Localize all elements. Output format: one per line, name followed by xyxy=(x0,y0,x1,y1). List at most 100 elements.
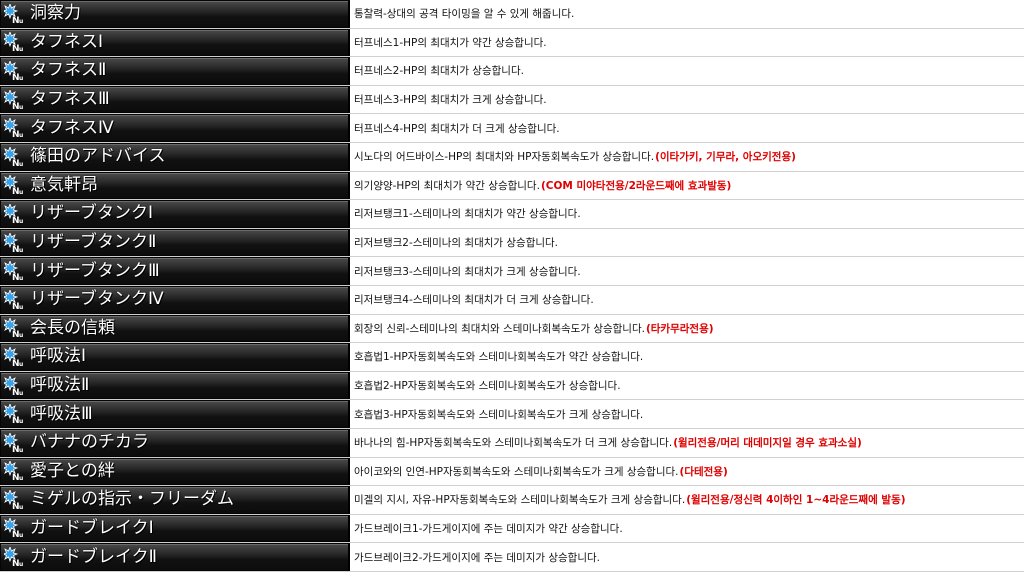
skill-name: タフネスⅢ xyxy=(30,89,110,110)
skill-description-text: 가드브레이크1-가드게이지에 주는 데미지가 약간 상승합니다. xyxy=(354,522,623,535)
skill-name: 会長の信頼 xyxy=(30,317,115,338)
skill-description: 터프네스3-HP의 최대치가 크게 상승합니다. xyxy=(350,85,1024,114)
skill-description-note: (다테전용) xyxy=(679,465,728,478)
skill-description-note: (COM 미야타전용/2라운드째에 효과발동) xyxy=(540,179,732,192)
skill-description-text: 아이코와의 인연-HP자동회복속도와 스테미나회복속도가 크게 상승합니다. xyxy=(354,465,679,478)
skill-description: 가드브레이크2-가드게이지에 주는 데미지가 상승합니다. xyxy=(350,543,1024,571)
skill-name-cell: N u 篠田のアドバイス xyxy=(0,142,350,171)
skill-description: 의기양양-HP의 최대치가 약간 상승합니다. (COM 미야타전용/2라운드째에… xyxy=(350,171,1024,200)
skill-description-text: 터프네스1-HP의 최대치가 약간 상승합니다. xyxy=(354,36,547,49)
skill-description-text: 시노다의 어드바이스-HP의 최대치와 HP자동회복속도가 상승합니다. xyxy=(354,151,655,164)
skill-description: 리저브탱크4-스테미나의 최대치가 더 크게 상승합니다. xyxy=(350,285,1024,314)
skill-name: ガードブレイクⅡ xyxy=(30,546,158,567)
skill-description-text: 터프네스3-HP의 최대치가 크게 상승합니다. xyxy=(354,94,547,107)
table-row: N u 呼吸法Ⅱ 호흡법2-HP자동회복속도와 스테미나회복속도가 상승합니다. xyxy=(0,371,1024,401)
svg-text:u: u xyxy=(19,304,23,310)
skill-name-cell: N u 洞察力 xyxy=(0,0,350,28)
skill-description-text: 리저브탱크1-스테미나의 최대치가 약간 상승합니다. xyxy=(354,208,581,221)
skill-description-text: 의기양양-HP의 최대치가 약간 상승합니다. xyxy=(354,179,540,192)
skill-description-note: (타카무라전용) xyxy=(645,322,714,335)
table-row: N u ガードブレイクⅡ 가드브레이크2-가드게이지에 주는 데미지가 상승합니… xyxy=(0,543,1024,572)
svg-text:u: u xyxy=(19,218,23,224)
skill-name-cell: N u リザーブタンクⅠ xyxy=(0,200,350,228)
svg-text:u: u xyxy=(19,475,23,481)
svg-text:u: u xyxy=(19,247,23,253)
skill-description-note: (윌리전용/정신력 4이하인 1~4라운드째에 발동) xyxy=(686,494,906,507)
table-row: N u 愛子との絆 아이코와의 인연-HP자동회복속도와 스테미나회복속도가 크… xyxy=(0,457,1024,487)
skill-description: 터프네스1-HP의 최대치가 약간 상승합니다. xyxy=(350,28,1024,57)
skill-description-text: 가드브레이크2-가드게이지에 주는 데미지가 상승합니다. xyxy=(354,551,600,564)
skill-new-icon: N u xyxy=(4,289,26,310)
table-row: N u タフネスⅢ 터프네스3-HP의 최대치가 크게 상승합니다. xyxy=(0,85,1024,115)
skill-new-icon: N u xyxy=(4,203,26,224)
skill-description: 리저브탱크3-스테미나의 최대치가 크게 상승합니다. xyxy=(350,257,1024,285)
table-row: N u ミゲルの指示・フリーダム 미겔의 지시, 자유-HP자동회복속도와 스테… xyxy=(0,486,1024,515)
skill-name: リザーブタンクⅠ xyxy=(30,203,153,224)
skill-new-icon: N u xyxy=(4,89,26,110)
svg-text:u: u xyxy=(19,561,23,567)
svg-text:u: u xyxy=(19,104,23,110)
skill-new-icon: N u xyxy=(4,175,26,195)
table-row: N u リザーブタンクⅡ 리저브탱크2-스테미나의 최대치가 상승합니다. xyxy=(0,228,1024,258)
skill-new-icon: N u xyxy=(4,346,26,367)
skill-description-text: 미겔의 지시, 자유-HP자동회복속도와 스테미나회복속도가 크게 상승합니다. xyxy=(354,494,686,507)
skill-name-cell: N u リザーブタンクⅢ xyxy=(0,257,350,285)
skill-name: リザーブタンクⅢ xyxy=(30,260,160,281)
skill-new-icon: N u xyxy=(4,32,26,52)
skill-name-cell: N u タフネスⅡ xyxy=(0,57,350,85)
skill-name: タフネスⅣ xyxy=(30,117,114,138)
skill-new-icon: N u xyxy=(4,146,26,167)
skill-new-icon: N u xyxy=(4,232,26,253)
skill-description-text: 호흡법2-HP자동회복속도와 스테미나회복속도가 상승합니다. xyxy=(354,380,621,393)
svg-text:u: u xyxy=(19,75,23,81)
skill-new-icon: N u xyxy=(4,3,26,24)
skill-name-cell: N u 呼吸法Ⅱ xyxy=(0,371,350,400)
skill-name-cell: N u 会長の信頼 xyxy=(0,314,350,343)
skill-name-cell: N u ガードブレイクⅠ xyxy=(0,514,350,543)
table-row: N u バナナのチカラ 바나나의 힘-HP자동회복속도와 스테미나회복속도가 더… xyxy=(0,428,1024,458)
skill-description-text: 호흡법3-HP자동회복속도와 스테미나회복속도가 크게 상승합니다. xyxy=(354,408,644,421)
svg-text:u: u xyxy=(19,504,23,510)
skill-name: タフネスⅡ xyxy=(30,60,107,81)
table-row: N u リザーブタンクⅠ 리저브탱크1-스테미나의 최대치가 약간 상승합니다. xyxy=(0,200,1024,229)
skill-description: 아이코와의 인연-HP자동회복속도와 스테미나회복속도가 크게 상승합니다. (다… xyxy=(350,457,1024,486)
table-row: N u 洞察力 통찰력-상대의 공격 타이밍을 알 수 있게 해줍니다. xyxy=(0,0,1024,29)
svg-text:u: u xyxy=(19,275,23,281)
svg-text:u: u xyxy=(19,161,23,167)
skill-name-cell: N u 呼吸法Ⅰ xyxy=(0,343,350,371)
table-row: N u ガードブレイクⅠ 가드브레이크1-가드게이지에 주는 데미지가 약간 상… xyxy=(0,514,1024,544)
skill-table: N u 洞察力 통찰력-상대의 공격 타이밍을 알 수 있게 해줍니다. N u… xyxy=(0,0,1024,572)
svg-text:u: u xyxy=(19,132,23,138)
svg-text:u: u xyxy=(19,18,23,24)
table-row: N u タフネスⅣ 터프네스4-HP의 최대치가 더 크게 상승합니다. xyxy=(0,114,1024,143)
skill-new-icon: N u xyxy=(4,60,26,81)
skill-name: 呼吸法Ⅲ xyxy=(30,403,93,424)
skill-name-cell: N u タフネスⅢ xyxy=(0,85,350,114)
table-row: N u 会長の信頼 회장의 신뢰-스테미나의 최대치와 스테미나회복속도가 상승… xyxy=(0,314,1024,344)
skill-new-icon: N u xyxy=(4,404,26,424)
skill-description: 호흡법1-HP자동회복속도와 스테미나회복속도가 약간 상승합니다. xyxy=(350,343,1024,371)
skill-description: 바나나의 힘-HP자동회복속도와 스테미나회복속도가 더 크게 상승합니다. (윌… xyxy=(350,428,1024,457)
svg-text:u: u xyxy=(19,390,23,396)
skill-new-icon: N u xyxy=(4,375,26,396)
skill-name-cell: N u リザーブタンクⅡ xyxy=(0,228,350,257)
table-row: N u 呼吸法Ⅰ 호흡법1-HP자동회복속도와 스테미나회복속도가 약간 상승합… xyxy=(0,343,1024,372)
skill-name: バナナのチカラ xyxy=(30,432,149,453)
skill-name: タフネスⅠ xyxy=(30,31,104,52)
skill-name-cell: N u バナナのチカラ xyxy=(0,428,350,457)
skill-name: 篠田のアドバイス xyxy=(30,146,166,167)
skill-name: 愛子との絆 xyxy=(30,460,115,481)
skill-new-icon: N u xyxy=(4,118,26,138)
svg-text:u: u xyxy=(19,361,23,367)
skill-name: リザーブタンクⅡ xyxy=(30,232,157,253)
table-row: N u 篠田のアドバイス 시노다의 어드바이스-HP의 최대치와 HP자동회복속… xyxy=(0,142,1024,172)
skill-description: 리저브탱크2-스테미나의 최대치가 상승합니다. xyxy=(350,228,1024,257)
skill-description: 호흡법3-HP자동회복속도와 스테미나회복속도가 크게 상승합니다. xyxy=(350,400,1024,428)
svg-text:u: u xyxy=(19,447,23,453)
skill-name: 洞察力 xyxy=(30,3,81,24)
skill-description: 리저브탱크1-스테미나의 최대치가 약간 상승합니다. xyxy=(350,200,1024,228)
skill-description-text: 통찰력-상대의 공격 타이밍을 알 수 있게 해줍니다. xyxy=(354,8,575,21)
table-row: N u 意気軒昂 의기양양-HP의 최대치가 약간 상승합니다. (COM 미야타… xyxy=(0,171,1024,201)
skill-description-text: 리저브탱크2-스테미나의 최대치가 상승합니다. xyxy=(354,237,559,250)
skill-name-cell: N u タフネスⅣ xyxy=(0,114,350,142)
